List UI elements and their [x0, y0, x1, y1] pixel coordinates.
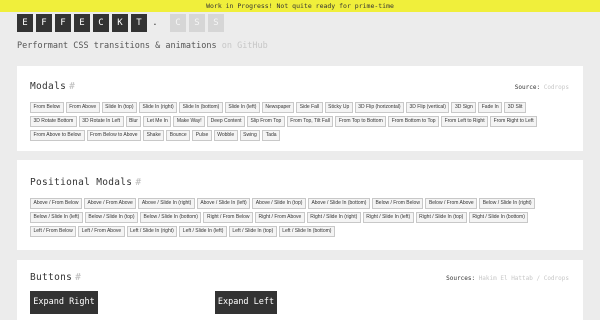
source-credit: Source: Codrops [515, 84, 569, 91]
effect-button[interactable]: Deep Content [207, 116, 246, 127]
effect-button[interactable]: Sticky Up [324, 102, 353, 113]
logo-letter: E [17, 14, 33, 32]
source-link[interactable]: Codrops [544, 84, 569, 91]
section-title: Positional Modals # [30, 177, 141, 188]
effect-button[interactable]: Wobble [213, 130, 238, 141]
effect-button[interactable]: 3D Rotate In Left [78, 116, 124, 127]
source-credit: Sources: Hakim El Hattab / Codrops [446, 275, 569, 282]
logo-letter: S [208, 14, 224, 32]
effect-button[interactable]: Right / Slide In (right) [306, 212, 361, 223]
effect-button[interactable]: 3D Flip (vertical) [406, 102, 450, 113]
positional-modals-title: Positional Modals [30, 177, 133, 188]
section-title: Buttons # [30, 272, 81, 283]
wip-banner: Work in Progress! Not quite ready for pr… [0, 0, 600, 12]
anchor-link[interactable]: # [75, 272, 81, 283]
effect-button[interactable]: Newspaper [261, 102, 295, 113]
effect-button[interactable]: Slip From Top [247, 116, 285, 127]
positional-button-list: Above / From Below Above / From Above Abov… [30, 198, 570, 237]
logo-letter: E [74, 14, 90, 32]
effect-button[interactable]: From Right to Left [490, 116, 538, 127]
tagline-text: Performant CSS transitions & animations [17, 41, 217, 51]
effect-button[interactable]: Side Fall [296, 102, 323, 113]
anchor-link[interactable]: # [69, 81, 75, 92]
effect-button[interactable]: Left / From Below [30, 226, 77, 237]
effect-button[interactable]: From Below to Above [86, 130, 142, 141]
positional-modals-section: Positional Modals # Above / From Below Abo… [17, 160, 583, 250]
effect-button[interactable]: Right / Slide In (left) [362, 212, 414, 223]
modals-section: Modals # Source: Codrops From Below From A… [17, 66, 583, 151]
effect-button[interactable]: Shake [143, 130, 165, 141]
effect-button[interactable]: Above / Slide In (left) [196, 198, 251, 209]
effect-button[interactable]: Let Me In [143, 116, 172, 127]
effect-button[interactable]: 3D Sign [451, 102, 477, 113]
effect-button[interactable]: From Top to Bottom [335, 116, 387, 127]
expand-left-button[interactable]: Expand Left [215, 291, 277, 314]
effeckt-logo: E F F E C K T . C S S [17, 14, 227, 32]
logo-letter: C [170, 14, 186, 32]
effect-button[interactable]: Below / From Above [425, 198, 478, 209]
effect-button[interactable]: From Below [30, 102, 64, 113]
logo-dot: . [152, 18, 158, 28]
github-link[interactable]: on GitHub [222, 41, 268, 51]
effect-button[interactable]: Below / Slide In (bottom) [140, 212, 202, 223]
effect-button[interactable]: Swing [239, 130, 261, 141]
effect-button[interactable]: Above / From Above [84, 198, 137, 209]
effect-button[interactable]: Left / Slide In (bottom) [278, 226, 335, 237]
effect-button[interactable]: Left / Slide In (right) [126, 226, 178, 237]
modals-title: Modals [30, 81, 67, 92]
logo-letter: F [36, 14, 52, 32]
effect-button[interactable]: Left / Slide In (left) [179, 226, 227, 237]
logo-letter: T [131, 14, 147, 32]
effect-button[interactable]: From Above to Below [30, 130, 85, 141]
effect-button[interactable]: 3D Rotate Bottom [30, 116, 77, 127]
logo-letter: C [93, 14, 109, 32]
effect-button[interactable]: Below / Slide In (left) [30, 212, 83, 223]
effect-button[interactable]: 3D Slit [504, 102, 526, 113]
source-link[interactable]: Hakim El Hattab / Codrops [479, 275, 569, 282]
effect-button[interactable]: From Bottom to Top [388, 116, 440, 127]
section-title: Modals # [30, 81, 75, 92]
effect-button[interactable]: Above / Slide In (top) [252, 198, 306, 209]
effect-button[interactable]: Right / From Below [203, 212, 253, 223]
source-label: Source: [514, 84, 541, 91]
effect-button[interactable]: From Left to Right [441, 116, 489, 127]
modal-button-list: From Below From Above Slide In (top) Slide … [30, 102, 570, 141]
effect-button[interactable]: Fade In [478, 102, 503, 113]
tagline: Performant CSS transitions & animations … [17, 41, 268, 51]
effect-button[interactable]: 3D Flip (horizontal) [354, 102, 405, 113]
buttons-title: Buttons [30, 272, 73, 283]
logo-letter: K [112, 14, 128, 32]
effect-button[interactable]: From Above [65, 102, 100, 113]
effect-button[interactable]: Slide In (top) [101, 102, 138, 113]
effect-button[interactable]: Below / Slide In (right) [479, 198, 536, 209]
effect-button[interactable]: Right / Slide In (bottom) [468, 212, 529, 223]
logo-letter: F [55, 14, 71, 32]
effect-button[interactable]: Above / Slide In (right) [138, 198, 195, 209]
effect-button[interactable]: Blur [125, 116, 142, 127]
effect-button[interactable]: Bounce [166, 130, 191, 141]
effect-button[interactable]: Slide In (left) [224, 102, 260, 113]
effect-button[interactable]: Right / Slide In (top) [415, 212, 467, 223]
logo-letter: S [189, 14, 205, 32]
expand-right-button[interactable]: Expand Right [30, 291, 98, 314]
effect-button[interactable]: Make Way! [173, 116, 206, 127]
effect-button[interactable]: Below / Slide In (top) [84, 212, 138, 223]
effect-button[interactable]: Slide In (bottom) [179, 102, 223, 113]
effect-button[interactable]: From Top, Tilt Fall [286, 116, 334, 127]
effect-button[interactable]: Above / Slide In (bottom) [307, 198, 370, 209]
anchor-link[interactable]: # [135, 177, 141, 188]
effect-button[interactable]: Right / From Above [254, 212, 305, 223]
effect-button[interactable]: Left / From Above [78, 226, 125, 237]
buttons-section: Buttons # Sources: Hakim El Hattab / Codr… [17, 260, 583, 320]
effect-button[interactable]: Above / From Below [30, 198, 83, 209]
effect-button[interactable]: Slide In (right) [139, 102, 178, 113]
effect-button[interactable]: Left / Slide In (top) [228, 226, 277, 237]
source-label: Sources: [446, 275, 476, 282]
effect-button[interactable]: Pulse [192, 130, 212, 141]
effect-button[interactable]: Below / From Below [371, 198, 424, 209]
effect-button[interactable]: Tada [262, 130, 281, 141]
